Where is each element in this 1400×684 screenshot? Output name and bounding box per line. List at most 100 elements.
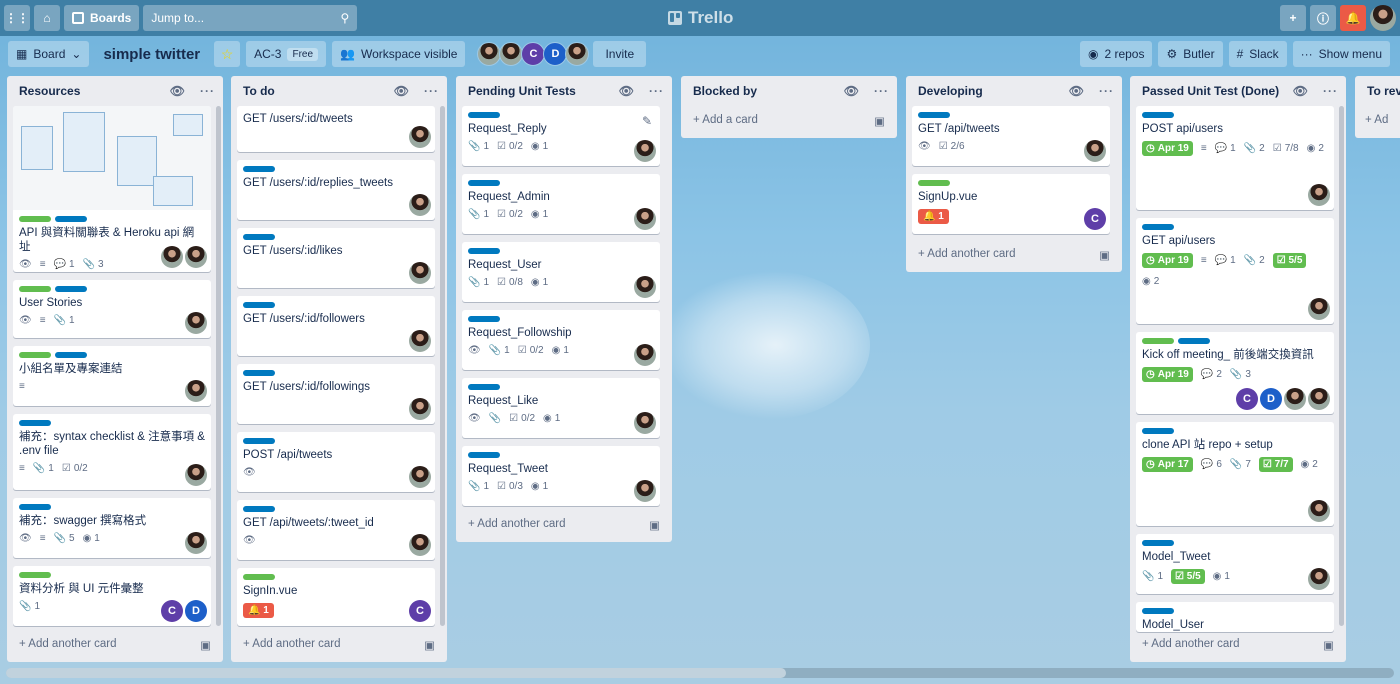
board-menu-button[interactable]: ▦ Board ⌄	[8, 41, 90, 67]
member-avatar[interactable]	[634, 412, 656, 434]
card-template-icon[interactable]: ▣	[874, 114, 885, 128]
member-avatar[interactable]	[161, 246, 183, 268]
member-avatar[interactable]: D	[543, 42, 568, 66]
card-template-icon[interactable]: ▣	[1099, 248, 1110, 262]
add-card-button[interactable]: + Add another card ▣	[19, 638, 211, 652]
trello-logo[interactable]: Trello	[668, 8, 733, 28]
member-avatar[interactable]	[185, 532, 207, 554]
card-template-icon[interactable]: ▣	[200, 638, 211, 652]
list-card[interactable]: Model_User	[1136, 602, 1334, 632]
member-avatar[interactable]	[409, 194, 431, 216]
list-title[interactable]: Blocked by	[693, 84, 757, 98]
list-menu-icon[interactable]: ···	[200, 84, 215, 98]
home-icon[interactable]: ⌂	[34, 5, 60, 31]
member-avatar[interactable]	[409, 534, 431, 556]
boards-button[interactable]: Boards	[64, 5, 140, 31]
member-avatar[interactable]	[1308, 568, 1330, 590]
member-avatar[interactable]	[1308, 298, 1330, 320]
apps-grid-icon[interactable]: ⋮⋮	[4, 5, 30, 31]
member-avatar[interactable]: C	[521, 42, 546, 66]
list-title[interactable]: Resources	[19, 84, 80, 98]
search-input[interactable]: Jump to... ⚲	[143, 5, 358, 31]
list-card[interactable]: User Stories 👁 ≡ 📎 1	[13, 280, 211, 338]
member-avatar[interactable]	[634, 276, 656, 298]
list-card[interactable]: POST api/users ◷ Apr 19 ≡ 💬 1 📎 2 ☑ 7/8 ◉ 2	[1136, 106, 1334, 210]
create-plus-icon[interactable]: +	[1280, 5, 1306, 31]
member-avatar[interactable]: C	[409, 600, 431, 622]
list-card[interactable]: GET /users/:id/likes	[237, 228, 435, 288]
list-scrollbar[interactable]	[1339, 106, 1344, 626]
list-card[interactable]: Request_Admin 📎 1 ☑ 0/2 ◉ 1	[462, 174, 660, 234]
workspace-button[interactable]: AC-3 Free	[246, 41, 327, 67]
add-card-button[interactable]: + Add a card ▣	[693, 114, 885, 128]
notification-bell-icon[interactable]: 🔔	[1340, 5, 1366, 31]
add-card-button[interactable]: + Add another card ▣	[1142, 638, 1334, 652]
list-card[interactable]: SignUp.vue 🔔 1 C	[912, 174, 1110, 234]
member-avatar[interactable]	[634, 480, 656, 502]
list-menu-icon[interactable]: ···	[874, 84, 889, 98]
due-date-badge[interactable]: ◷ Apr 17	[1142, 457, 1193, 472]
member-avatar[interactable]	[499, 42, 524, 66]
list-card[interactable]: Request_Followship 👁 📎 1 ☑ 0/2 ◉ 1	[462, 310, 660, 370]
card-template-icon[interactable]: ▣	[1323, 638, 1334, 652]
list-menu-icon[interactable]: ···	[1323, 84, 1338, 98]
member-avatar[interactable]	[185, 464, 207, 486]
member-avatar[interactable]	[185, 312, 207, 334]
list-menu-icon[interactable]: ···	[649, 84, 664, 98]
info-icon[interactable]: ⓘ	[1310, 5, 1336, 31]
list-scrollbar[interactable]	[216, 106, 221, 626]
list-card[interactable]: GET /users/:id/followings	[237, 364, 435, 424]
list-card[interactable]: 小組名單及專案連結 ≡	[13, 346, 211, 406]
list-card[interactable]: Request_Reply ✎ 📎 1 ☑ 0/2 ◉ 1	[462, 106, 660, 166]
member-avatar[interactable]	[565, 42, 590, 66]
member-avatar[interactable]	[1308, 388, 1330, 410]
due-date-badge[interactable]: ◷ Apr 19	[1142, 253, 1193, 268]
list-card[interactable]: GET /users/:id/followers	[237, 296, 435, 356]
member-avatar[interactable]	[409, 126, 431, 148]
member-avatar[interactable]	[477, 42, 502, 66]
scrollbar-thumb[interactable]	[6, 668, 786, 678]
member-avatar[interactable]	[634, 140, 656, 162]
list-card[interactable]: API 與資料關聯表 & Heroku api 網址 👁 ≡ 💬 1 📎 3	[13, 106, 211, 272]
member-avatar[interactable]: D	[1260, 388, 1282, 410]
list-menu-icon[interactable]: ···	[1099, 84, 1114, 98]
member-avatar[interactable]: C	[1084, 208, 1106, 230]
member-avatar[interactable]	[1284, 388, 1306, 410]
invite-button[interactable]: Invite	[593, 41, 647, 67]
edit-pencil-icon[interactable]: ✎	[642, 114, 652, 128]
list-card[interactable]: Request_Like 👁 📎 ☑ 0/2 ◉ 1	[462, 378, 660, 438]
slack-button[interactable]: # Slack	[1228, 41, 1287, 67]
member-avatar[interactable]	[1084, 140, 1106, 162]
list-card[interactable]: GET /api/tweets 👁 ☑ 2/6	[912, 106, 1110, 166]
member-avatar[interactable]	[409, 330, 431, 352]
visibility-button[interactable]: 👥 Workspace visible	[332, 41, 466, 67]
member-avatar[interactable]	[634, 344, 656, 366]
list-card[interactable]: POST /api/tweets 👁	[237, 432, 435, 492]
member-avatar[interactable]: C	[161, 600, 183, 622]
add-card-button[interactable]: + Ad	[1365, 114, 1400, 126]
board-title[interactable]: simple twitter	[95, 46, 208, 63]
member-avatar[interactable]	[409, 262, 431, 284]
list-card[interactable]: clone API 站 repo + setup ◷ Apr 17 💬 6 📎 7 ☑ 7/7…	[1136, 422, 1334, 526]
due-date-badge[interactable]: ◷ Apr 19	[1142, 367, 1193, 382]
list-card[interactable]: Kick off meeting_ 前後端交換資訊 ◷ Apr 19 💬 2 📎 3 C D	[1136, 332, 1334, 414]
list-card[interactable]: 資料分析 與 UI 元件彙整 📎 1 CD	[13, 566, 211, 626]
member-avatar[interactable]	[185, 380, 207, 402]
list-title[interactable]: Developing	[918, 84, 983, 98]
star-icon[interactable]: ☆	[214, 41, 241, 67]
list-card[interactable]: GET api/users ◷ Apr 19 ≡ 💬 1 📎 2 ☑ 5/5 ◉ 2	[1136, 218, 1334, 324]
member-avatar[interactable]	[1308, 500, 1330, 522]
show-menu-button[interactable]: ··· Show menu	[1292, 41, 1390, 67]
member-avatar[interactable]	[409, 398, 431, 420]
list-card[interactable]: SignIn.vue 🔔 1 C	[237, 568, 435, 626]
list-card[interactable]: 補充：swagger 撰寫格式 👁 ≡ 📎 5 ◉ 1	[13, 498, 211, 558]
due-date-badge[interactable]: ◷ Apr 19	[1142, 141, 1193, 156]
list-card[interactable]: Model_Tweet 📎 1 ☑ 5/5 ◉ 1	[1136, 534, 1334, 594]
list-card[interactable]: Request_Tweet 📎 1 ☑ 0/3 ◉ 1	[462, 446, 660, 506]
list-title[interactable]: Pending Unit Tests	[468, 84, 576, 98]
member-avatar[interactable]	[185, 246, 207, 268]
board-horizontal-scrollbar[interactable]	[6, 668, 1394, 678]
list-menu-icon[interactable]: ···	[424, 84, 439, 98]
member-avatar[interactable]	[1308, 184, 1330, 206]
list-card[interactable]: GET /users/:id/replies_tweets	[237, 160, 435, 220]
